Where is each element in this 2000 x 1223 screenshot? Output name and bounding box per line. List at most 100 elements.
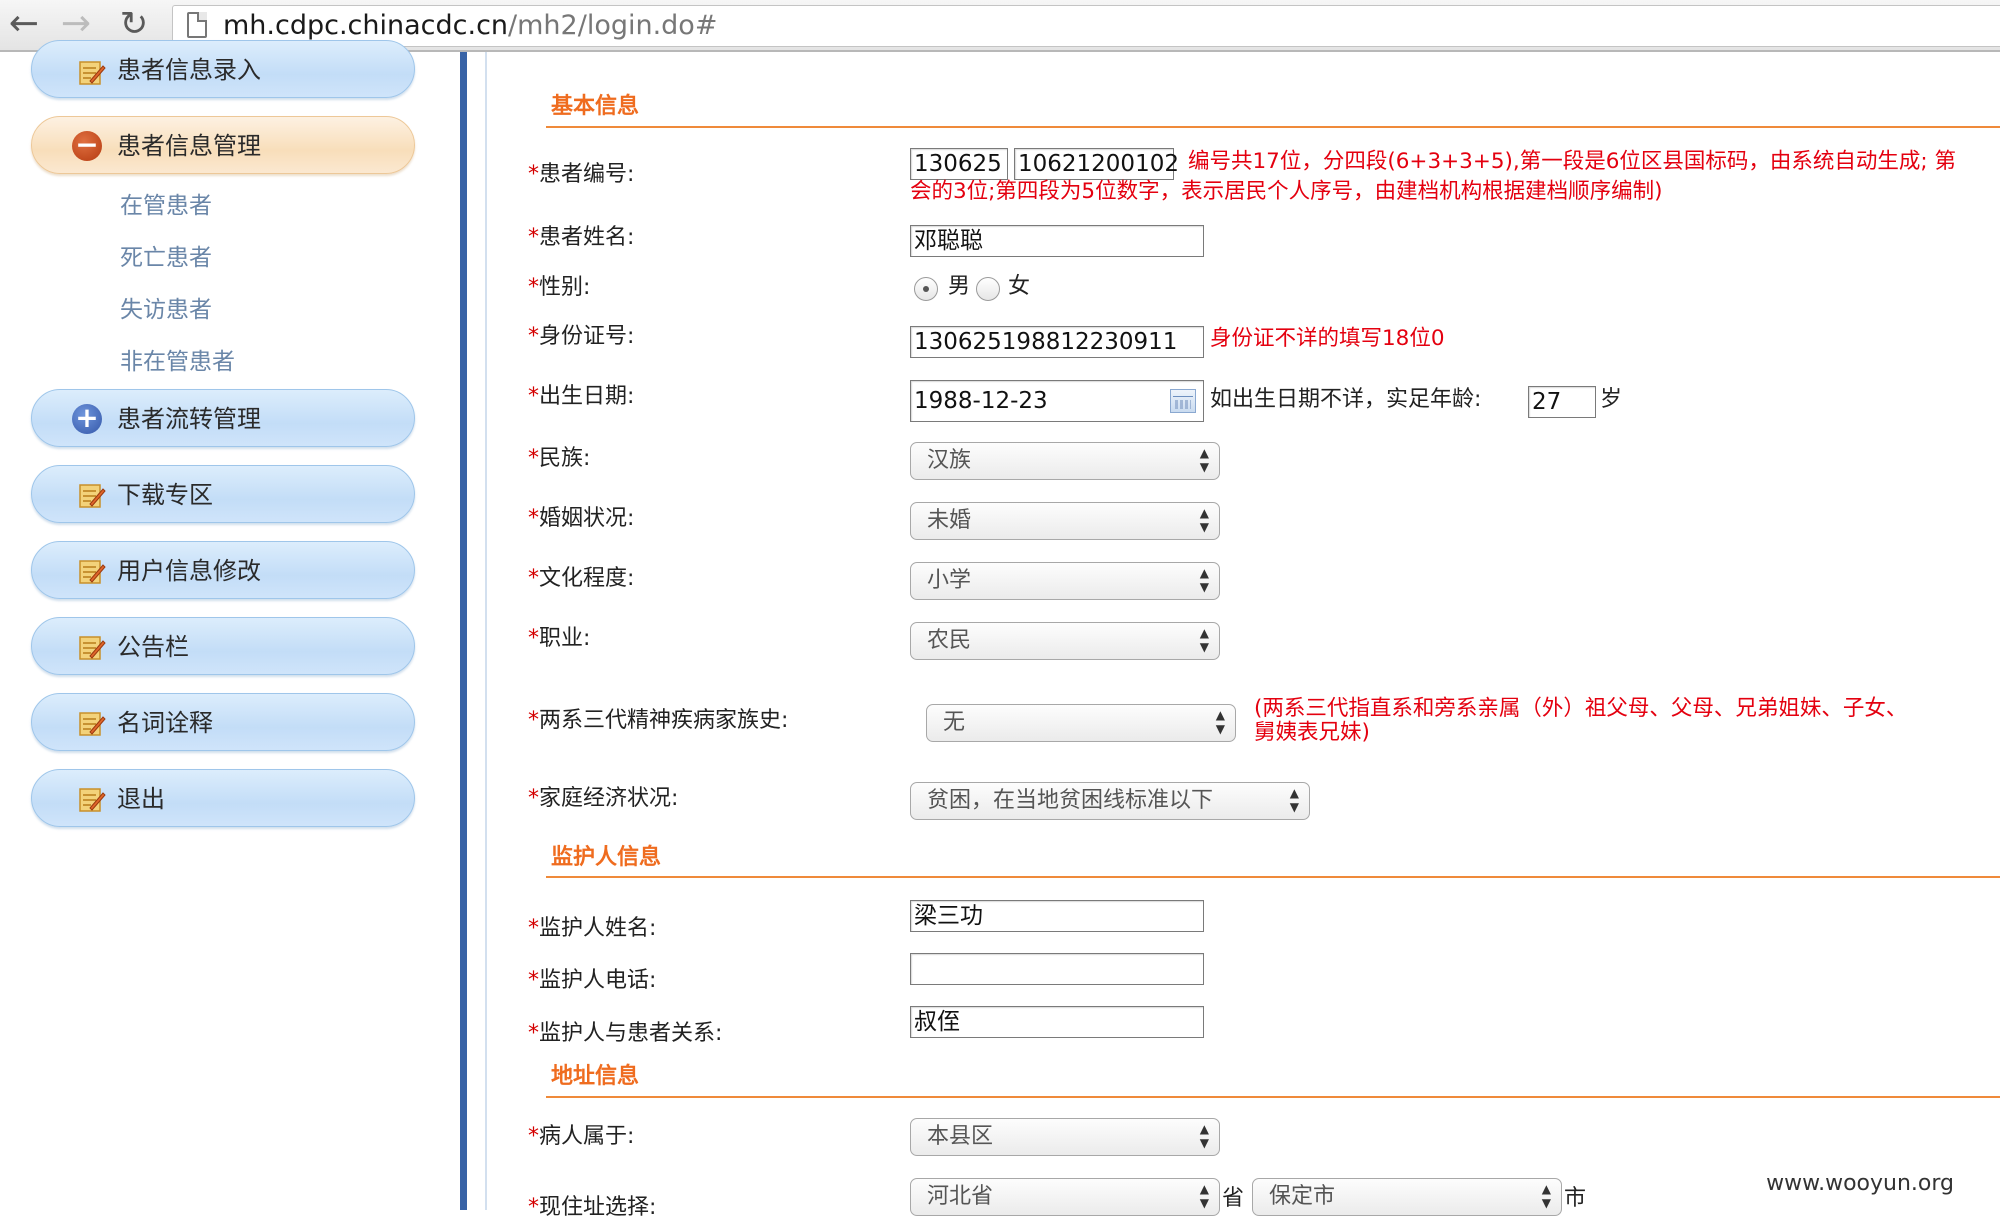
updown-arrows-icon: ▲ ▼ xyxy=(1199,1182,1209,1210)
menu-patient-manage[interactable]: − 患者信息管理 xyxy=(31,116,415,174)
required-mark: * xyxy=(528,626,539,651)
menu-download-label: 下载专区 xyxy=(117,481,213,509)
required-mark: * xyxy=(528,916,539,941)
ethnicity-select[interactable]: 汉族 ▲ ▼ xyxy=(910,442,1220,480)
menu-patient-entry[interactable]: 患者信息录入 xyxy=(31,40,415,98)
url-host: mh.cdpc.chinacdc.cn xyxy=(223,10,509,41)
sub-item-inactive-patients[interactable]: 非在管患者 xyxy=(120,347,235,377)
guardian-relation-label-text: 监护人与患者关系: xyxy=(539,1021,723,1046)
sidebar: 患者信息录入 − 患者信息管理 在管患者 死亡患者 失访患者 非在管患者 + 患… xyxy=(0,40,460,1210)
gender-male-label: 男 xyxy=(948,274,971,299)
required-mark: * xyxy=(528,566,539,591)
birth-date-input[interactable]: 1988-12-23 xyxy=(910,380,1204,422)
ethnicity-label: *民族: xyxy=(528,444,590,474)
required-mark: * xyxy=(528,708,539,733)
plus-circle-icon: + xyxy=(72,404,102,434)
section-title-basic: 基本信息 xyxy=(551,94,640,119)
calendar-icon[interactable] xyxy=(1170,389,1196,413)
menu-logout-label: 退出 xyxy=(117,785,165,813)
note-edit-icon xyxy=(79,61,106,85)
menu-glossary[interactable]: 名词诠释 xyxy=(31,693,415,751)
updown-arrows-icon: ▲ ▼ xyxy=(1199,506,1209,534)
required-mark: * xyxy=(528,162,539,187)
patient-id-hint-line2: 会的3位;第四段为5位数字，表示居民个人序号，由建档机构根据建档顺序编制) xyxy=(910,179,1663,204)
education-select-value: 小学 xyxy=(927,568,972,593)
economy-label-text: 家庭经济状况: xyxy=(539,786,679,811)
occupation-select[interactable]: 农民 ▲ ▼ xyxy=(910,622,1220,660)
note-edit-icon xyxy=(79,788,106,812)
economy-select-value: 贫困，在当地贫困线标准以下 xyxy=(927,788,1214,813)
menu-notice-board-label: 公告栏 xyxy=(117,633,189,661)
section-title-address: 地址信息 xyxy=(551,1064,640,1089)
family-history-select[interactable]: 无 ▲ ▼ xyxy=(926,704,1236,742)
gender-male-radio[interactable] xyxy=(914,277,938,301)
required-mark: * xyxy=(528,384,539,409)
age-input[interactable]: 27 xyxy=(1528,386,1596,418)
updown-arrows-icon: ▲ ▼ xyxy=(1541,1182,1551,1210)
guardian-phone-label-text: 监护人电话: xyxy=(539,968,657,993)
sidebar-divider xyxy=(460,52,467,1210)
patient-name-input[interactable]: 邓聪聪 xyxy=(910,225,1204,257)
idcard-label-text: 身份证号: xyxy=(539,324,635,349)
menu-patient-transfer[interactable]: + 患者流转管理 xyxy=(31,389,415,447)
economy-select[interactable]: 贫困，在当地贫困线标准以下 ▲ ▼ xyxy=(910,782,1310,820)
required-mark: * xyxy=(528,275,539,300)
marital-select-value: 未婚 xyxy=(927,508,972,533)
required-mark: * xyxy=(528,324,539,349)
menu-download[interactable]: 下载专区 xyxy=(31,465,415,523)
gender-female-radio[interactable] xyxy=(976,277,1000,301)
current-address-label-text: 现住址选择: xyxy=(539,1195,657,1220)
province-select-value: 河北省 xyxy=(927,1184,994,1209)
patient-id-part2-input[interactable]: 10621200102 xyxy=(1014,148,1179,180)
menu-patient-manage-label: 患者信息管理 xyxy=(117,132,261,160)
economy-label: *家庭经济状况: xyxy=(528,784,678,814)
sub-item-deceased-patients[interactable]: 死亡患者 xyxy=(120,243,212,273)
minus-circle-icon: − xyxy=(72,131,102,161)
patient-form: 基本信息 *患者编号: 130625 10621200102 编号共17位，分四… xyxy=(488,52,2000,1220)
section-divider xyxy=(546,1096,2000,1098)
menu-patient-transfer-label: 患者流转管理 xyxy=(117,405,261,433)
required-mark: * xyxy=(528,1195,539,1220)
gender-label-text: 性别: xyxy=(539,275,591,300)
required-mark: * xyxy=(528,506,539,531)
updown-arrows-icon: ▲ ▼ xyxy=(1289,786,1299,814)
ethnicity-select-value: 汉族 xyxy=(927,448,972,473)
required-mark: * xyxy=(528,1124,539,1149)
note-edit-icon xyxy=(79,636,106,660)
city-select-value: 保定市 xyxy=(1269,1184,1336,1209)
reload-icon[interactable]: ↻ xyxy=(114,4,154,44)
guardian-phone-input[interactable] xyxy=(910,953,1204,985)
education-select[interactable]: 小学 ▲ ▼ xyxy=(910,562,1220,600)
occupation-label: *职业: xyxy=(528,624,590,654)
gender-label: *性别: xyxy=(528,273,590,303)
ethnicity-label-text: 民族: xyxy=(539,446,591,471)
city-select[interactable]: 保定市 ▲ ▼ xyxy=(1252,1178,1562,1216)
menu-notice-board[interactable]: 公告栏 xyxy=(31,617,415,675)
menu-user-info[interactable]: 用户信息修改 xyxy=(31,541,415,599)
marital-select[interactable]: 未婚 ▲ ▼ xyxy=(910,502,1220,540)
sub-item-lost-patients[interactable]: 失访患者 xyxy=(120,295,212,325)
patient-id-part1-input[interactable]: 130625 xyxy=(910,148,1008,180)
patient-id-label: *患者编号: xyxy=(528,160,634,190)
family-history-label: *两系三代精神疾病家族史: xyxy=(528,706,788,736)
sub-item-active-patients[interactable]: 在管患者 xyxy=(120,191,212,221)
arrow-left-icon[interactable]: ← xyxy=(4,4,44,44)
guardian-name-input[interactable]: 梁三功 xyxy=(910,900,1204,932)
birth-date-label-text: 出生日期: xyxy=(539,384,635,409)
idcard-input[interactable]: 130625198812230911 xyxy=(910,326,1204,358)
patient-id-hint-line1: 编号共17位，分四段(6+3+3+5),第一段是6位区县国标码，由系统自动生成;… xyxy=(1188,149,1956,174)
url-text: mh.cdpc.chinacdc.cn/mh2/login.do# xyxy=(223,10,717,42)
marital-label-text: 婚姻状况: xyxy=(539,506,635,531)
guardian-name-label-text: 监护人姓名: xyxy=(539,916,657,941)
education-label-text: 文化程度: xyxy=(539,566,635,591)
required-mark: * xyxy=(528,1021,539,1046)
menu-glossary-label: 名词诠释 xyxy=(117,709,213,737)
patient-id-label-text: 患者编号: xyxy=(539,162,635,187)
section-title-guardian: 监护人信息 xyxy=(551,845,662,870)
guardian-relation-input[interactable]: 叔侄 xyxy=(910,1006,1204,1038)
province-select[interactable]: 河北省 ▲ ▼ xyxy=(910,1178,1220,1216)
arrow-right-icon[interactable]: → xyxy=(56,4,96,44)
belongs-select[interactable]: 本县区 ▲ ▼ xyxy=(910,1118,1220,1156)
address-bar[interactable]: mh.cdpc.chinacdc.cn/mh2/login.do# xyxy=(172,5,2000,47)
menu-logout[interactable]: 退出 xyxy=(31,769,415,827)
